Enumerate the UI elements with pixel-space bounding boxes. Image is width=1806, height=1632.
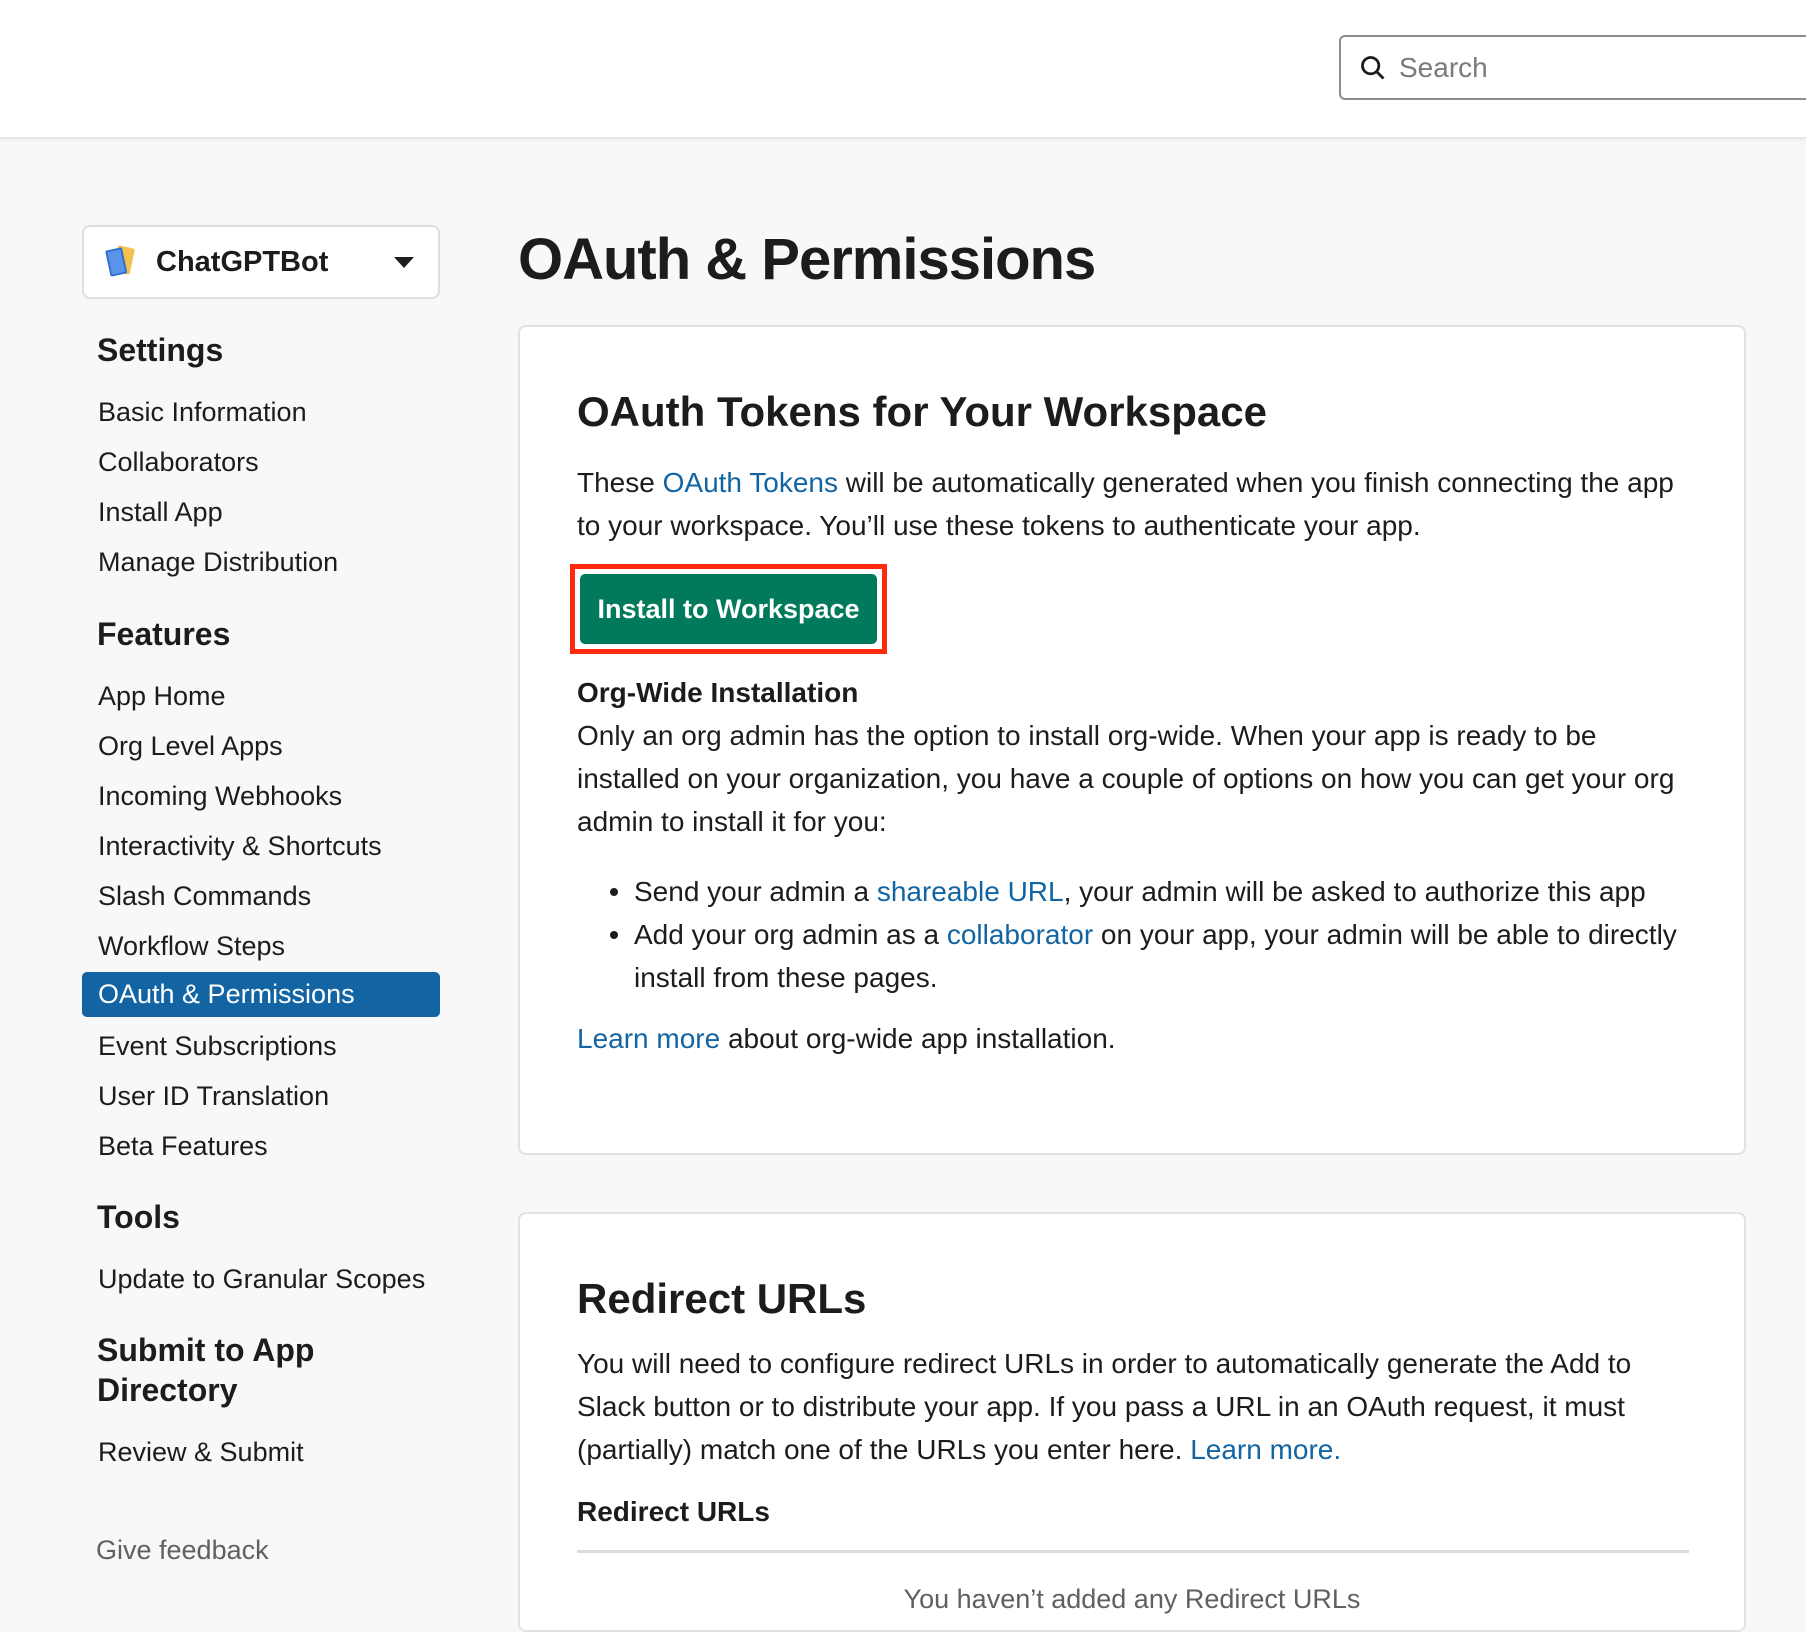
sidebar-item-beta-features[interactable]: Beta Features — [82, 1124, 440, 1169]
list-item: Send your admin a shareable URL, your ad… — [577, 870, 1697, 913]
divider — [577, 1550, 1689, 1553]
sidebar-item-basic-information[interactable]: Basic Information — [82, 390, 440, 435]
empty-redirect-message: You haven’t added any Redirect URLs — [903, 1584, 1361, 1614]
sidebar-heading-submit: Submit to App Directory — [97, 1332, 315, 1408]
sidebar-item-review-submit[interactable]: Review & Submit — [82, 1430, 440, 1475]
sidebar-item-manage-distribution[interactable]: Manage Distribution — [82, 540, 440, 585]
sidebar-item-incoming-webhooks[interactable]: Incoming Webhooks — [82, 774, 440, 819]
oauth-tokens-intro: These OAuth Tokens will be automatically… — [577, 467, 1674, 541]
sidebar-item-update-granular-scopes[interactable]: Update to Granular Scopes — [82, 1257, 440, 1302]
top-bar — [0, 0, 1806, 139]
learn-more-text: Learn more about org-wide app installati… — [577, 1023, 1116, 1054]
redirect-urls-text: You will need to configure redirect URLs… — [577, 1348, 1632, 1465]
search-icon — [1361, 55, 1385, 79]
sidebar-item-collaborators[interactable]: Collaborators — [82, 440, 440, 485]
app-logo-icon — [105, 245, 135, 277]
sidebar-item-org-level-apps[interactable]: Org Level Apps — [82, 724, 440, 769]
chevron-down-icon — [394, 256, 414, 268]
org-wide-options: Send your admin a shareable URL, your ad… — [577, 870, 1697, 999]
sidebar-item-app-home[interactable]: App Home — [82, 674, 440, 719]
org-wide-text: Only an org admin has the option to inst… — [577, 720, 1675, 837]
oauth-tokens-link[interactable]: OAuth Tokens — [663, 467, 838, 498]
sidebar-item-oauth-permissions[interactable]: OAuth & Permissions — [82, 972, 440, 1017]
install-button-highlight: Install to Workspace — [570, 564, 887, 654]
redirect-learn-more-link[interactable]: Learn more. — [1190, 1434, 1341, 1465]
org-wide-heading: Org-Wide Installation — [577, 677, 859, 708]
learn-more-link[interactable]: Learn more — [577, 1023, 720, 1054]
shareable-url-link[interactable]: shareable URL — [877, 876, 1064, 907]
sidebar-heading-tools: Tools — [97, 1199, 180, 1235]
sidebar-item-install-app[interactable]: Install App — [82, 490, 440, 535]
collaborator-link[interactable]: collaborator — [947, 919, 1093, 950]
oauth-tokens-card: OAuth Tokens for Your Workspace These OA… — [518, 325, 1746, 1155]
app-switcher[interactable]: ChatGPTBot — [82, 225, 440, 299]
redirect-urls-subheading: Redirect URLs — [577, 1496, 770, 1527]
give-feedback-link[interactable]: Give feedback — [96, 1535, 269, 1566]
sidebar-heading-settings: Settings — [97, 332, 224, 368]
sidebar-heading-features: Features — [97, 616, 231, 652]
sidebar-item-workflow-steps[interactable]: Workflow Steps — [82, 924, 440, 969]
sidebar-item-user-id-translation[interactable]: User ID Translation — [82, 1074, 440, 1119]
sidebar-item-interactivity-shortcuts[interactable]: Interactivity & Shortcuts — [82, 824, 440, 869]
list-item: Add your org admin as a collaborator on … — [577, 913, 1697, 999]
sidebar-item-event-subscriptions[interactable]: Event Subscriptions — [82, 1024, 440, 1069]
oauth-tokens-title: OAuth Tokens for Your Workspace — [577, 388, 1268, 435]
search-box[interactable] — [1339, 35, 1806, 100]
redirect-urls-title: Redirect URLs — [577, 1275, 867, 1322]
search-input[interactable] — [1399, 51, 1699, 84]
redirect-urls-card: Redirect URLs You will need to configure… — [518, 1212, 1746, 1632]
page-title: OAuth & Permissions — [518, 227, 1096, 292]
install-to-workspace-button[interactable]: Install to Workspace — [580, 574, 877, 644]
app-name: ChatGPTBot — [156, 245, 329, 278]
sidebar-item-slash-commands[interactable]: Slash Commands — [82, 874, 440, 919]
